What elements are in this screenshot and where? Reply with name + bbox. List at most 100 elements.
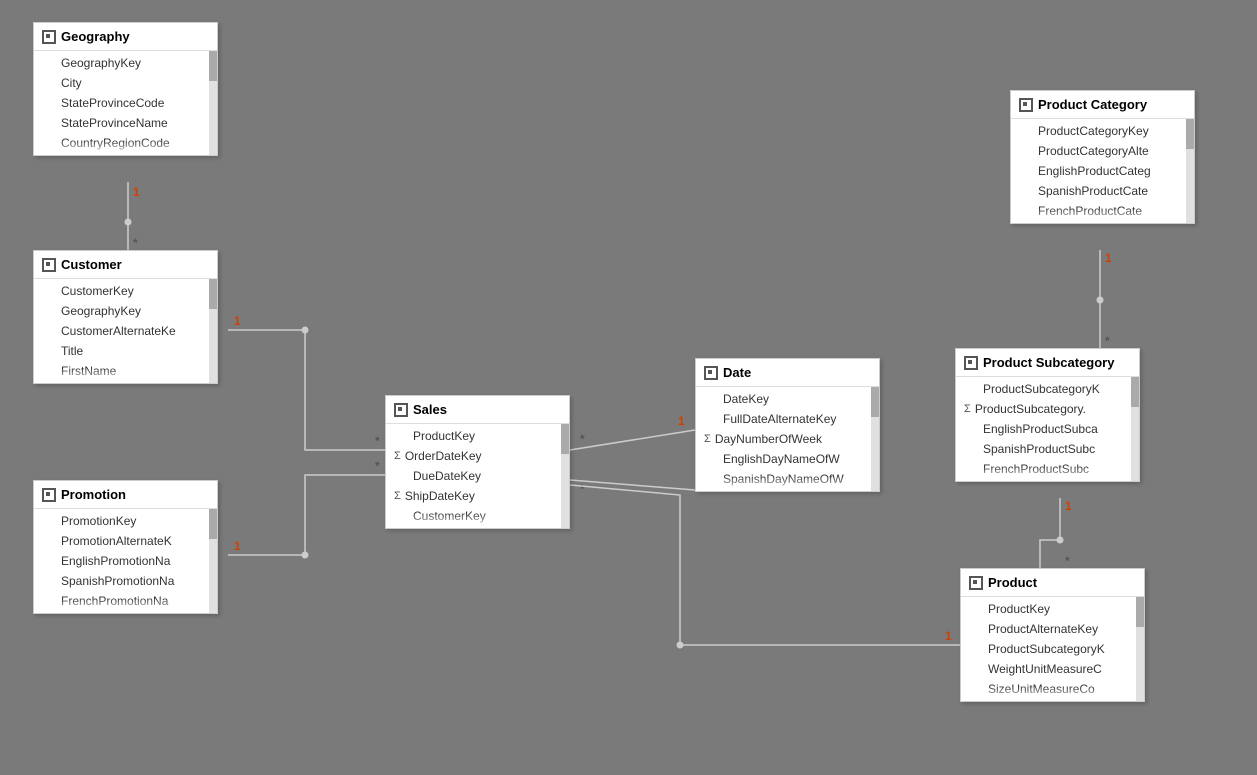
table-field-row: FullDateAlternateKey [696,409,879,429]
field-name: ProductKey [988,602,1050,616]
field-name: ProductCategoryAlte [1038,144,1149,158]
field-name: GeographyKey [61,304,141,318]
table-body-product: ProductKey ProductAlternateKey ProductSubc… [961,597,1144,701]
table-field-row: PromotionAlternateK [34,531,217,551]
scrollbar-thumb[interactable] [209,279,217,309]
fade-bottom [696,476,871,491]
field-name: CustomerAlternateKe [61,324,176,338]
table-field-row: CustomerAlternateKe [34,321,217,341]
field-name: SpanishProductSubc [983,442,1095,456]
field-name: FullDateAlternateKey [723,412,836,426]
fade-bottom [1011,208,1186,223]
scrollbar[interactable] [871,387,879,491]
table-field-row: EnglishProductSubca [956,419,1139,439]
table-grid-icon [969,576,983,590]
scrollbar-thumb[interactable] [1186,119,1194,149]
scrollbar[interactable] [209,509,217,613]
table-grid-icon [42,258,56,272]
scrollbar-thumb[interactable] [209,509,217,539]
field-name: ProductSubcategory. [975,402,1086,416]
field-name: DayNumberOfWeek [715,432,822,446]
table-title-geography: Geography [61,29,130,44]
table-field-row: ProductKey [386,426,569,446]
table-field-row: ProductCategoryKey [1011,121,1194,141]
table-body-productcategory: ProductCategoryKeyProductCategoryAlteEng… [1011,119,1194,223]
table-header-sales: Sales [386,396,569,424]
svg-text:1: 1 [1065,499,1072,513]
table-title-product: Product [988,575,1037,590]
table-body-date: DateKey FullDateAlternateKey Σ DayNumberOfW… [696,387,879,491]
scrollbar[interactable] [1131,377,1139,481]
fade-bottom [961,686,1136,701]
table-field-row: ProductKey [961,599,1144,619]
table-header-productsubcategory: Product Subcategory [956,349,1139,377]
table-header-date: Date [696,359,879,387]
sigma-icon: Σ [394,450,401,462]
scrollbar[interactable] [1136,597,1144,701]
scrollbar[interactable] [209,279,217,383]
table-body-sales: ProductKeyΣOrderDateKeyDueDateKeyΣShipDa… [386,424,569,528]
field-name: StateProvinceName [61,116,168,130]
fade-bottom [956,466,1131,481]
table-body-productsubcategory: ProductSubcategoryK Σ ProductSubcategory. E… [956,377,1139,481]
scrollbar-thumb[interactable] [871,387,879,417]
field-name: EnglishProductSubca [983,422,1098,436]
table-field-row: ProductSubcategoryK [961,639,1144,659]
table-geography[interactable]: Geography GeographyKey City StateProvinceCo… [33,22,218,156]
table-title-productsubcategory: Product Subcategory [983,355,1114,370]
table-field-row: StateProvinceName [34,113,217,133]
svg-text:*: * [580,482,585,496]
table-grid-icon [704,366,718,380]
table-product[interactable]: ProductProductKeyProductAlternateKeyProd… [960,568,1145,702]
field-name: ProductAlternateKey [988,622,1098,636]
scrollbar[interactable] [1186,119,1194,223]
svg-text:*: * [133,236,138,250]
svg-text:1: 1 [133,185,140,199]
field-name: EnglishDayNameOfW [723,452,840,466]
field-name: GeographyKey [61,56,141,70]
table-productsubcategory[interactable]: Product Subcategory ProductSubcategoryK ΣP… [955,348,1140,482]
table-field-row: DateKey [696,389,879,409]
field-name: StateProvinceCode [61,96,164,110]
table-field-row: PromotionKey [34,511,217,531]
table-field-row: GeographyKey [34,53,217,73]
table-header-geography: Geography [34,23,217,51]
svg-text:1: 1 [234,314,241,328]
fade-bottom [386,513,561,528]
table-field-row: EnglishPromotionNa [34,551,217,571]
scrollbar[interactable] [561,424,569,528]
table-promotion[interactable]: PromotionPromotionKeyPromotionAlternateK… [33,480,218,614]
diagram-canvas: 1 * 1 * 1 * * 1 * 1 * 1 * 1 [0,0,1257,775]
table-title-productcategory: Product Category [1038,97,1147,112]
field-name: CustomerKey [61,284,134,298]
field-name: DueDateKey [413,469,481,483]
scrollbar[interactable] [209,51,217,155]
field-name: ProductSubcategoryK [983,382,1100,396]
table-field-row: ProductSubcategoryK [956,379,1139,399]
table-date[interactable]: Date DateKey FullDateAlternateKey Σ DayNumbe… [695,358,880,492]
sigma-icon: Σ [704,433,711,445]
table-sales[interactable]: SalesProductKeyΣOrderDateKeyDueDateKeyΣS… [385,395,570,529]
table-field-row: StateProvinceCode [34,93,217,113]
table-field-row: CustomerKey [34,281,217,301]
sigma-icon: Σ [394,490,401,502]
scrollbar-thumb[interactable] [1131,377,1139,407]
table-field-row: City [34,73,217,93]
scrollbar-thumb[interactable] [209,51,217,81]
sigma-icon: Σ [964,403,971,415]
table-field-row: Title [34,341,217,361]
table-title-date: Date [723,365,751,380]
field-name: DateKey [723,392,769,406]
table-productcategory[interactable]: Product Category ProductCategoryKey Produc… [1010,90,1195,224]
table-grid-icon [394,403,408,417]
table-grid-icon [42,30,56,44]
table-customer[interactable]: Customer CustomerKey GeographyKey CustomerA… [33,250,218,384]
svg-text:1: 1 [234,539,241,553]
field-name: ProductKey [413,429,475,443]
table-field-row: ΣOrderDateKey [386,446,569,466]
table-title-customer: Customer [61,257,122,272]
table-header-productcategory: Product Category [1011,91,1194,119]
table-header-product: Product [961,569,1144,597]
scrollbar-thumb[interactable] [561,424,569,454]
scrollbar-thumb[interactable] [1136,597,1144,627]
